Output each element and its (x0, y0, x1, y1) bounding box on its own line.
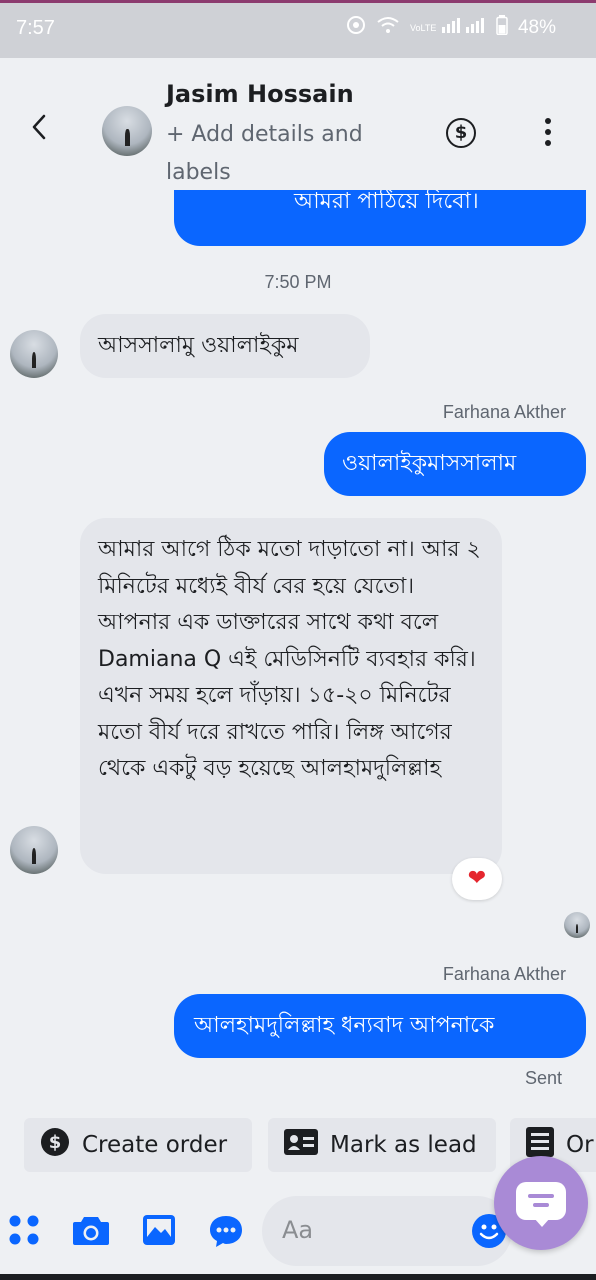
create-order-label: Create order (82, 1132, 228, 1158)
battery-icon (496, 15, 508, 41)
message-card-icon[interactable] (494, 1156, 588, 1250)
contact-avatar[interactable] (102, 106, 152, 156)
message-text: আমরা পাঠিয়ে দিবো। (294, 190, 479, 214)
dollar-circle-icon: $ (40, 1127, 70, 1163)
camera-icon[interactable] (72, 1214, 110, 1250)
chevron-left-icon[interactable] (26, 112, 52, 142)
contact-name[interactable]: Jasim Hossain (166, 80, 354, 108)
outgoing-message-partial[interactable]: আমরা পাঠিয়ে দিবো। (174, 190, 586, 246)
sender-avatar[interactable] (10, 330, 58, 378)
wifi-icon (376, 15, 400, 41)
heart-icon: ❤ (467, 866, 487, 891)
heart-reaction[interactable]: ❤ (452, 858, 502, 900)
incoming-message[interactable]: আসসালামু ওয়ালাইকুম (80, 314, 370, 378)
message-text: আসসালামু ওয়ালাইকুম (98, 333, 299, 358)
status-icons: VoLTE 48% (346, 15, 556, 41)
conversation-header: Jasim Hossain + Add details and labels $ (0, 58, 596, 198)
message-timestamp: 7:50 PM (264, 272, 332, 292)
signal-icon (441, 15, 486, 41)
contact-card-icon (284, 1129, 318, 1161)
hotspot-icon (346, 15, 366, 41)
outgoing-message[interactable]: আলহামদুলিল্লাহ ধন্যবাদ আপনাকে (174, 994, 586, 1058)
incoming-message[interactable]: আমার আগে ঠিক মতো দাড়াতো না। আর ২ মিনিটে… (80, 518, 502, 874)
message-text: আমার আগে ঠিক মতো দাড়াতো না। আর ২ মিনিটে… (98, 537, 481, 781)
seen-avatar (564, 912, 590, 938)
mark-as-lead-label: Mark as lead (330, 1132, 477, 1158)
svg-text:$: $ (49, 1132, 62, 1153)
chat-bubble-icon[interactable] (208, 1214, 244, 1252)
outgoing-message[interactable]: ওয়ালাইকুমাসসালাম (324, 432, 586, 496)
battery-percent: 48% (517, 17, 556, 38)
volte-label: VoLTE (409, 23, 437, 33)
reply-author: Farhana Akther (442, 964, 566, 984)
message-text: আলহামদুলিল্লাহ ধন্যবাদ আপনাকে (194, 1013, 495, 1038)
create-order-button[interactable]: $ Create order (24, 1118, 252, 1172)
status-time: 7:57 (16, 17, 55, 39)
message-text: ওয়ালাইকুমাসসালাম (342, 451, 517, 476)
reply-author: Farhana Akther (442, 402, 566, 422)
status-bar: 7:57 VoLTE 48% (0, 0, 596, 58)
message-input-placeholder: Aa (282, 1216, 314, 1244)
kebab-menu-icon[interactable] (540, 118, 556, 148)
nav-bar-edge (0, 1274, 596, 1280)
apps-grid-icon[interactable] (8, 1214, 40, 1250)
sender-avatar[interactable] (10, 826, 58, 874)
more-action-label: Or (566, 1132, 594, 1158)
dollar-circle-icon[interactable]: $ (446, 118, 476, 148)
mark-as-lead-button[interactable]: Mark as lead (268, 1118, 496, 1172)
add-details-link[interactable]: + Add details and labels (166, 116, 406, 192)
image-icon[interactable] (142, 1214, 176, 1250)
delivery-status: Sent (524, 1068, 562, 1088)
message-input[interactable]: Aa (262, 1196, 512, 1266)
